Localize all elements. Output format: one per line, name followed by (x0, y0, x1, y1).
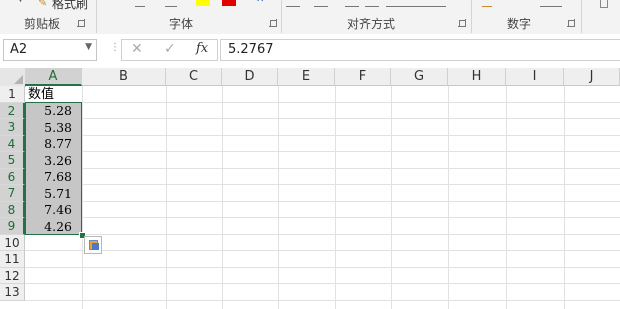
gridline (25, 134, 620, 136)
number-group-label: 数字 (507, 17, 532, 31)
format-painter-button[interactable]: 格式刷 (52, 0, 88, 12)
number-launcher-icon[interactable] (567, 19, 575, 27)
selection-border (25, 102, 82, 235)
gridline (335, 86, 336, 309)
row-header[interactable]: 1 (0, 86, 25, 103)
row-header[interactable]: 2 (0, 102, 25, 119)
gridline (25, 250, 620, 251)
row-header[interactable]: 9 (0, 218, 25, 235)
formula-value: 5.2767 (228, 42, 274, 57)
column-header[interactable]: I (506, 68, 564, 86)
quick-analysis-button[interactable] (84, 236, 102, 254)
insert-function-button[interactable]: fx (196, 41, 208, 56)
outdent-icon[interactable] (365, 0, 379, 7)
column-header[interactable]: J (564, 68, 620, 86)
group-separator (581, 0, 582, 33)
column-header[interactable]: B (82, 68, 166, 86)
alignment-group-label: 对齐方式 (347, 17, 396, 31)
gridline (25, 299, 620, 301)
column-header[interactable]: D (222, 68, 278, 86)
font-color-icon[interactable] (222, 0, 236, 6)
gridline (506, 86, 507, 309)
name-box[interactable]: A2 ▼ (3, 39, 97, 61)
row-header[interactable]: 12 (0, 267, 25, 284)
row-header[interactable]: 5 (0, 152, 25, 169)
cancel-icon[interactable]: ✕ (131, 41, 143, 57)
column-header[interactable]: E (278, 68, 335, 86)
merge-center-button[interactable] (386, 0, 446, 7)
clipboard-launcher-icon[interactable] (77, 19, 85, 27)
drag-handle-icon[interactable]: ⋮ (110, 42, 120, 53)
gridline (222, 86, 223, 309)
enter-icon[interactable]: ✓ (164, 41, 176, 57)
gridline (25, 283, 620, 284)
quick-analysis-icon-part (92, 243, 99, 250)
chevron-down-icon[interactable]: ▼ (85, 42, 92, 52)
group-separator (96, 0, 97, 33)
row-header[interactable]: 10 (0, 234, 25, 251)
clipboard-group-label: 剪贴板 (24, 17, 61, 31)
gridline (166, 86, 167, 309)
column-header[interactable]: F (335, 68, 391, 86)
gridline (391, 86, 392, 309)
formula-buttons: ✕ ✓ fx (121, 39, 218, 61)
gridline (25, 266, 620, 268)
row-header[interactable]: 6 (0, 168, 25, 185)
gridline (25, 151, 620, 152)
row-header[interactable]: 8 (0, 201, 25, 218)
alignment-launcher-icon[interactable] (458, 19, 466, 27)
gridline (25, 233, 620, 235)
column-header[interactable]: G (391, 68, 448, 86)
group-separator (471, 0, 472, 33)
column-header[interactable]: A (25, 68, 82, 86)
gridline (448, 86, 449, 309)
paste-dropdown-icon[interactable]: ▼ (17, 0, 24, 4)
gridline (25, 217, 620, 218)
formula-bar: A2 ▼ ⋮ ✕ ✓ fx 5.2767 (0, 34, 620, 64)
gridline (82, 86, 83, 309)
font-tool-icon[interactable] (165, 0, 177, 7)
column-header[interactable]: C (166, 68, 222, 86)
gridline (278, 86, 279, 309)
font-launcher-icon[interactable] (269, 19, 277, 27)
gridline (25, 167, 620, 169)
decimal-icon[interactable] (540, 0, 562, 7)
currency-icon[interactable] (482, 0, 492, 7)
gridline (564, 86, 565, 309)
format-painter-icon[interactable]: ✎ (38, 0, 47, 9)
gridline (25, 118, 620, 119)
row-header[interactable]: 11 (0, 251, 25, 268)
row-header[interactable]: 4 (0, 135, 25, 152)
align-middle-icon[interactable] (314, 0, 328, 7)
align-bottom-icon[interactable] (286, 0, 300, 7)
font-group-label: 字体 (169, 17, 194, 31)
select-all-button[interactable] (0, 68, 26, 87)
gridline (25, 184, 620, 185)
indent-icon[interactable] (345, 0, 359, 7)
row-header[interactable]: 13 (0, 284, 25, 301)
row-header[interactable]: 7 (0, 185, 25, 202)
group-separator (281, 0, 282, 33)
gridline (25, 101, 620, 103)
ribbon: ▼ ✎ 格式刷 剪贴板 ✕ 字体 对齐方式 数字 (0, 0, 620, 35)
row-header[interactable]: 3 (0, 119, 25, 136)
cell-a1[interactable]: 数值 (28, 87, 54, 103)
name-box-value: A2 (10, 42, 28, 57)
fill-color-icon[interactable] (196, 0, 210, 6)
styles-icon[interactable] (600, 0, 608, 8)
gridline (25, 200, 620, 202)
phonetic-icon[interactable]: ✕ (256, 0, 264, 5)
border-icon[interactable] (135, 0, 145, 7)
formula-input[interactable]: 5.2767 (220, 39, 620, 61)
column-header[interactable]: H (448, 68, 506, 86)
